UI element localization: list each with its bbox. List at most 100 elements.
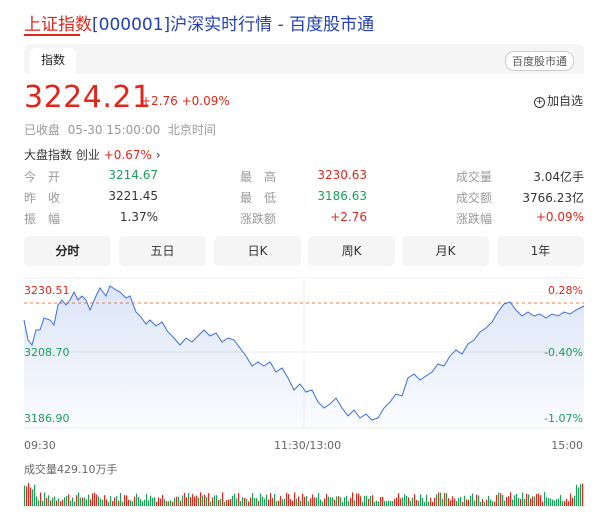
index-name: 上证指数 xyxy=(24,15,92,35)
tab-intraday[interactable]: 分时 xyxy=(24,236,111,266)
index-code: [000001] xyxy=(92,15,171,35)
volume-bar xyxy=(164,499,166,506)
volume-bar xyxy=(74,501,76,506)
volume-bar xyxy=(354,500,356,506)
tab-monthly-k[interactable]: 月K xyxy=(402,236,489,266)
add-favorite-button[interactable]: + 加自选 xyxy=(533,92,583,109)
volume-bar xyxy=(450,500,452,506)
tab-daily-k[interactable]: 日K xyxy=(214,236,301,266)
volume-bar xyxy=(240,501,242,506)
volume-bar xyxy=(112,501,114,506)
volume-bar xyxy=(460,496,462,506)
brand-badge[interactable]: 百度股市通 xyxy=(505,51,574,71)
volume-bar xyxy=(508,496,510,506)
volume-bar xyxy=(332,497,334,506)
volume-bar xyxy=(370,496,372,506)
volume-bar xyxy=(248,501,250,506)
time-label-mid: 11:30/13:00 xyxy=(274,439,342,452)
volume-bar xyxy=(350,497,352,506)
volume-bar xyxy=(554,500,556,506)
volume-bar xyxy=(238,493,240,506)
volume-bar xyxy=(580,484,582,506)
page-title[interactable]: 上证指数[000001]沪深实时行情 - 百度股市通 xyxy=(24,10,374,35)
volume-bar xyxy=(478,495,480,506)
stat-label: 涨跌幅 xyxy=(456,212,493,226)
market-status: 已收盘 05-30 15:00:00 北京时间 xyxy=(24,121,216,138)
volume-bar xyxy=(138,497,140,506)
volume-bar xyxy=(214,495,216,506)
volume-bar xyxy=(78,492,80,506)
volume-bar xyxy=(218,499,220,506)
volume-bar xyxy=(398,493,400,506)
volume-bar xyxy=(514,495,516,506)
volume-bar xyxy=(146,494,148,506)
volume-bar xyxy=(114,497,116,506)
volume-bar xyxy=(110,496,112,506)
volume-bar xyxy=(102,499,104,506)
volume-bar xyxy=(284,498,286,506)
volume-bar xyxy=(524,498,526,506)
volume-bar xyxy=(100,498,102,506)
volume-bar xyxy=(242,497,244,506)
change-value: +2.76 xyxy=(141,94,178,108)
stat-label: 今 开 xyxy=(24,170,61,184)
volume-bar xyxy=(374,501,376,506)
volume-bar xyxy=(522,492,524,506)
volume-bar xyxy=(44,492,46,506)
tab-index[interactable]: 指数 xyxy=(30,48,76,74)
period-tabs: 分时 五日 日K 周K 月K 1年 xyxy=(24,236,584,266)
volume-bar xyxy=(448,498,450,506)
volume-bar xyxy=(320,499,322,506)
volume-bar xyxy=(256,498,258,506)
volume-bar xyxy=(188,493,190,506)
volume-bar xyxy=(224,501,226,506)
volume-bar xyxy=(222,492,224,506)
volume-bar xyxy=(582,483,584,506)
volume-bar xyxy=(462,501,464,506)
volume-bar xyxy=(300,500,302,506)
volume-bar xyxy=(280,496,282,506)
volume-bar xyxy=(500,493,502,506)
market-index-link[interactable]: 大盘指数 创业 +0.67% › xyxy=(24,146,161,163)
volume-bar xyxy=(366,495,368,506)
tab-weekly-k[interactable]: 周K xyxy=(308,236,395,266)
volume-bar xyxy=(216,495,218,506)
volume-bar xyxy=(54,496,56,506)
volume-bar xyxy=(246,498,248,506)
volume-bar xyxy=(290,499,292,506)
volume-bar xyxy=(28,482,30,506)
volume-bar xyxy=(82,497,84,506)
volume-bar xyxy=(376,500,378,506)
volume-bar xyxy=(472,493,474,506)
volume-bar xyxy=(272,498,274,506)
plus-circle-icon: + xyxy=(533,97,545,108)
volume-bar xyxy=(336,496,338,506)
pct-label-low: -1.07% xyxy=(544,412,583,425)
volume-bar xyxy=(206,496,208,506)
stats-row: 今 开 3214.67 最 高 3230.63 成交量 3.04亿手 xyxy=(24,168,584,189)
volume-bar xyxy=(400,498,402,506)
volume-bar xyxy=(202,495,204,506)
volume-bar xyxy=(124,494,126,506)
volume-bar xyxy=(254,497,256,506)
volume-bar xyxy=(70,500,72,506)
volume-bar xyxy=(338,496,340,506)
volume-bar xyxy=(390,500,392,506)
volume-bar xyxy=(392,500,394,506)
volume-bar xyxy=(236,498,238,506)
intraday-chart[interactable] xyxy=(0,270,598,517)
volume-bar xyxy=(190,497,192,506)
tab-one-year[interactable]: 1年 xyxy=(497,236,584,266)
volume-bar xyxy=(430,497,432,506)
volume-bar xyxy=(198,497,200,506)
status-time: 05-30 15:00:00 xyxy=(67,123,161,137)
volume-bar xyxy=(52,497,54,506)
volume-bar xyxy=(456,501,458,506)
volume-bar xyxy=(182,495,184,506)
volume-bar xyxy=(356,493,358,506)
tab-five-day[interactable]: 五日 xyxy=(119,236,206,266)
volume-bar xyxy=(346,495,348,506)
volume-bar xyxy=(342,501,344,506)
volume-bar xyxy=(512,499,514,506)
volume-bar xyxy=(420,494,422,506)
